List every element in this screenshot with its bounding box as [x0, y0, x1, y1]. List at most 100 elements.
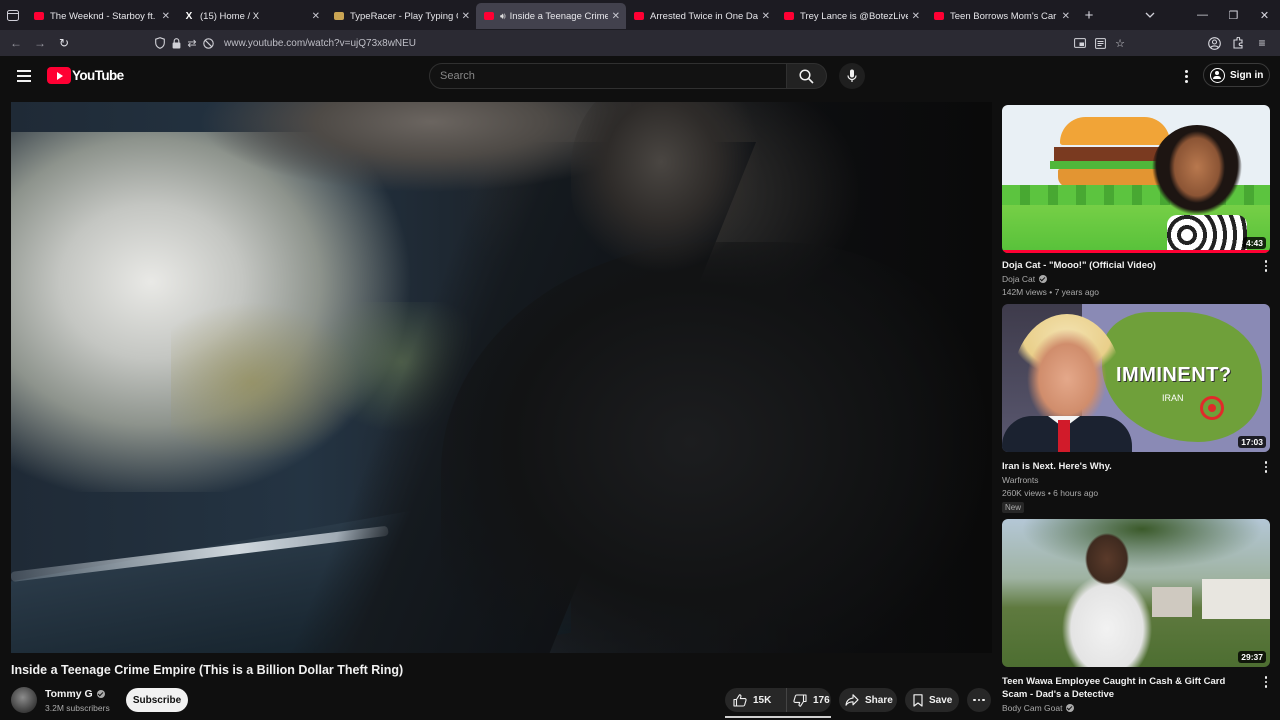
new-tab-plus-icon[interactable]: +: [1076, 0, 1102, 30]
youtube-masthead: YouTube Sign in: [0, 56, 1280, 96]
extensions-puzzle-icon[interactable]: [1226, 31, 1250, 55]
close-window-icon[interactable]: ✕: [1249, 0, 1280, 30]
related-channel[interactable]: Doja Cat: [1002, 274, 1048, 284]
browser-tab-4[interactable]: Arrested Twice in One Day. - Yo ✕: [626, 3, 776, 29]
chevron-down-icon[interactable]: [1140, 0, 1160, 30]
related-title[interactable]: Teen Wawa Employee Caught in Cash & Gift…: [1002, 675, 1252, 701]
related-video-2[interactable]: 29:37 Teen Wawa Employee Caught in Cash …: [1002, 519, 1270, 713]
like-dislike-group: 15K 176: [725, 688, 831, 712]
tab-close-icon[interactable]: ✕: [912, 11, 920, 22]
autoplay-blocked-icon[interactable]: [200, 33, 216, 53]
related-channel-text: Warfronts: [1002, 475, 1039, 485]
guide-menu-icon[interactable]: [14, 66, 34, 86]
forward-arrow-icon[interactable]: →: [28, 31, 52, 55]
video-menu-icon[interactable]: [1262, 460, 1270, 474]
related-video-1[interactable]: IMMINENT? IRAN 17:03 Iran is Next. Here'…: [1002, 304, 1270, 513]
more-actions-button[interactable]: [967, 688, 991, 712]
reader-view-icon[interactable]: [1090, 33, 1110, 53]
related-channel-text: Body Cam Goat: [1002, 703, 1063, 713]
permissions-icon[interactable]: ⇄: [184, 33, 200, 53]
menu-hamburger-icon[interactable]: ≡: [1250, 31, 1274, 55]
search-input[interactable]: [430, 64, 786, 88]
tab-close-icon[interactable]: ✕: [462, 11, 470, 22]
thumb-burger-top: [1060, 117, 1170, 145]
tab-close-icon[interactable]: ✕: [762, 11, 770, 22]
tab-close-icon[interactable]: ✕: [312, 11, 320, 22]
video-menu-icon[interactable]: [1262, 259, 1270, 273]
url-bar[interactable]: ⇄ www.youtube.com/watch?v=ujQ73x8wNEU: [152, 33, 1130, 53]
browser-tab-3[interactable]: 🔊︎ Inside a Teenage Crime Em ✕: [476, 3, 626, 29]
minimize-icon[interactable]: —: [1187, 0, 1218, 30]
browser-tab-1[interactable]: X (15) Home / X ✕: [176, 3, 326, 29]
thumb-person: [1062, 529, 1152, 667]
video-player[interactable]: [11, 102, 992, 653]
browser-tab-5[interactable]: Trey Lance is @BotezLive C ✕: [776, 3, 926, 29]
tab-close-icon[interactable]: ✕: [1062, 11, 1070, 22]
speaker-icon[interactable]: 🔊︎: [500, 11, 506, 22]
video-frame-head: [571, 102, 771, 282]
lock-icon[interactable]: [168, 33, 184, 53]
voice-search-button[interactable]: [839, 63, 865, 89]
url-text[interactable]: www.youtube.com/watch?v=ujQ73x8wNEU: [224, 38, 416, 49]
verified-icon: [1039, 275, 1048, 283]
related-video-0[interactable]: 4:43 Doja Cat - "Mooo!" (Official Video)…: [1002, 105, 1270, 297]
reload-icon[interactable]: ↻: [52, 31, 76, 55]
sign-in-button[interactable]: Sign in: [1203, 63, 1270, 87]
back-arrow-icon[interactable]: ←: [4, 31, 28, 55]
youtube-logo-text: YouTube: [72, 68, 124, 83]
tab-title: Arrested Twice in One Day. - Yo: [650, 10, 758, 22]
related-channel[interactable]: Warfronts: [1002, 475, 1039, 485]
related-meta: 142M views • 7 years ago: [1002, 287, 1099, 297]
thumb-cow-print: [1167, 215, 1247, 253]
thumb-house-back: [1152, 587, 1192, 617]
tab-title: The Weeknd - Starboy ft. Daft P: [50, 10, 158, 22]
picture-in-picture-icon[interactable]: [1070, 33, 1090, 53]
account-icon[interactable]: [1202, 31, 1226, 55]
tab-title: (15) Home / X: [200, 10, 260, 22]
share-button[interactable]: Share: [839, 688, 897, 712]
tab-close-icon[interactable]: ✕: [162, 11, 170, 22]
browser-tab-2[interactable]: TypeRacer - Play Typing Games ✕: [326, 3, 476, 29]
tab-list-icon[interactable]: [0, 0, 26, 30]
subscriber-count: 3.2M subscribers: [45, 703, 110, 713]
related-title[interactable]: Doja Cat - "Mooo!" (Official Video): [1002, 259, 1252, 272]
channel-avatar[interactable]: [11, 687, 37, 713]
search-button[interactable]: [787, 63, 827, 89]
window-controls: — ❐ ✕: [1187, 0, 1280, 30]
like-bar: [725, 716, 831, 718]
related-thumbnail[interactable]: 4:43: [1002, 105, 1270, 253]
search-icon: [799, 68, 814, 84]
channel-name[interactable]: Tommy G: [45, 688, 105, 700]
search-box[interactable]: [429, 63, 787, 89]
youtube-icon: [934, 12, 944, 20]
restore-icon[interactable]: ❐: [1218, 0, 1249, 30]
bookmark-icon: [913, 693, 923, 707]
new-badge: New: [1002, 502, 1025, 513]
browser-tab-0[interactable]: The Weeknd - Starboy ft. Daft P ✕: [26, 3, 176, 29]
tab-title: Inside a Teenage Crime Em: [509, 10, 608, 22]
thumb-subtext: IRAN: [1162, 393, 1184, 403]
shield-icon[interactable]: [152, 33, 168, 53]
thumb-headline: IMMINENT?: [1116, 364, 1232, 386]
youtube-icon: [784, 12, 794, 20]
user-icon: [1210, 67, 1225, 83]
save-button[interactable]: Save: [905, 688, 959, 712]
dislike-button[interactable]: 176: [787, 688, 831, 712]
related-thumbnail[interactable]: IMMINENT? IRAN 17:03: [1002, 304, 1270, 452]
bookmark-star-icon[interactable]: ☆: [1110, 33, 1130, 53]
youtube-logo[interactable]: YouTube: [47, 67, 124, 84]
thumbs-up-icon: [733, 693, 747, 707]
subscribe-button[interactable]: Subscribe: [126, 688, 188, 712]
related-title[interactable]: Iran is Next. Here's Why.: [1002, 460, 1252, 473]
tab-close-icon[interactable]: ✕: [612, 11, 620, 22]
verified-icon: [1066, 704, 1075, 712]
typeracer-icon: [334, 12, 344, 20]
related-channel[interactable]: Body Cam Goat: [1002, 703, 1075, 713]
settings-more-icon[interactable]: [1176, 66, 1196, 86]
like-button[interactable]: 15K: [725, 688, 787, 712]
youtube-icon: [484, 12, 494, 20]
video-menu-icon[interactable]: [1262, 675, 1270, 689]
microphone-icon: [847, 69, 857, 82]
related-thumbnail[interactable]: 29:37: [1002, 519, 1270, 667]
browser-tab-6[interactable]: Teen Borrows Mom's Car & Ru ✕: [926, 3, 1076, 29]
